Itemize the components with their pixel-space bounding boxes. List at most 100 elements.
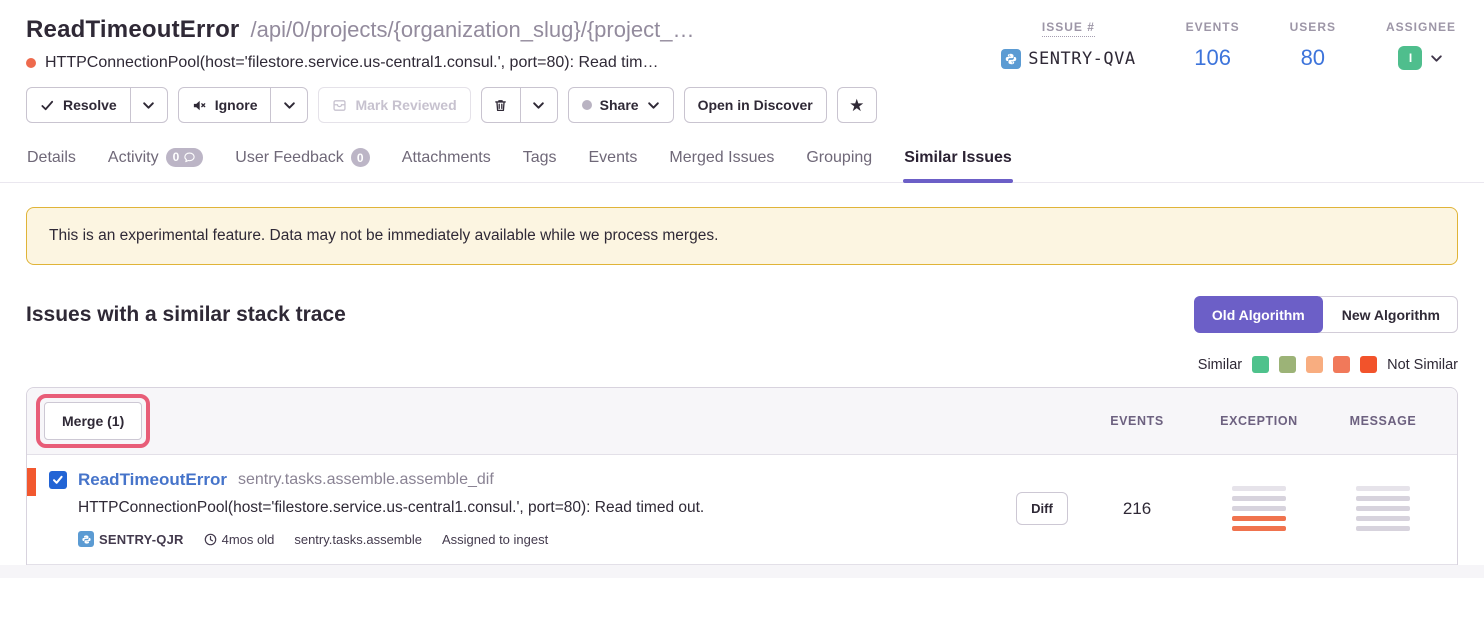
similarity-score-bar (27, 468, 36, 496)
comment-bubble-icon (183, 151, 196, 164)
tab-events[interactable]: Events (588, 140, 639, 182)
delete-button[interactable] (481, 87, 521, 123)
assignee-avatar: I (1398, 46, 1422, 70)
ignore-button[interactable]: Ignore (178, 87, 272, 123)
row-issue-culprit: sentry.tasks.assemble.assemble_dif (238, 471, 494, 489)
users-count-link[interactable]: 80 (1290, 45, 1336, 71)
page-background-strip (0, 565, 1484, 578)
similar-issues-table: Merge (1) EVENTS EXCEPTION MESSAGE ReadT… (26, 387, 1458, 565)
ignore-label: Ignore (215, 97, 258, 113)
stat-events: EVENTS 106 (1186, 18, 1240, 72)
legend-swatch-5 (1360, 356, 1377, 373)
exception-similarity-bars (1232, 486, 1286, 531)
row-short-id: SENTRY-QJR (78, 531, 184, 547)
events-count-link[interactable]: 106 (1186, 45, 1240, 71)
chevron-down-icon (142, 99, 155, 112)
trash-icon (493, 98, 508, 113)
ignore-dropdown-button[interactable] (271, 87, 308, 123)
column-header-events: EVENTS (1077, 414, 1197, 428)
diff-button[interactable]: Diff (1016, 492, 1068, 525)
old-algorithm-button[interactable]: Old Algorithm (1194, 296, 1323, 333)
issue-title: ReadTimeoutError (26, 16, 239, 44)
alert-text: This is an experimental feature. Data ma… (49, 227, 718, 244)
mute-icon (192, 98, 207, 113)
column-header-exception: EXCEPTION (1197, 414, 1321, 428)
row-location: sentry.tasks.assemble (294, 532, 422, 547)
column-header-message: MESSAGE (1321, 414, 1445, 428)
experimental-feature-alert: This is an experimental feature. Data ma… (26, 207, 1458, 265)
issue-stats: ISSUE # SENTRY-QVA EVENTS 106 USERS 80 A… (1001, 16, 1456, 72)
share-label: Share (600, 97, 639, 113)
python-icon (78, 531, 94, 547)
share-button[interactable]: Share (568, 87, 674, 123)
algorithm-toggle: Old Algorithm New Algorithm (1194, 296, 1458, 333)
chevron-down-icon (1430, 52, 1443, 65)
check-icon (40, 98, 55, 113)
stat-issue-id: ISSUE # SENTRY-QVA (1001, 18, 1135, 72)
chevron-down-icon (532, 99, 545, 112)
clock-icon (204, 533, 217, 546)
tab-grouping[interactable]: Grouping (805, 140, 873, 182)
tab-details[interactable]: Details (26, 140, 77, 182)
mark-reviewed-button[interactable]: Mark Reviewed (318, 87, 470, 123)
error-level-dot (26, 58, 36, 68)
assignee-selector[interactable]: I (1398, 46, 1443, 70)
legend-similar-label: Similar (1198, 357, 1242, 373)
issue-subtitle: HTTPConnectionPool(host='filestore.servi… (45, 54, 659, 72)
row-issue-title-link[interactable]: ReadTimeoutError (78, 470, 227, 490)
new-algorithm-button[interactable]: New Algorithm (1319, 296, 1458, 333)
user-feedback-count-badge: 0 (351, 148, 370, 167)
python-icon (1001, 49, 1021, 69)
similarity-legend: Similar Not Similar (26, 356, 1458, 373)
row-assignment: Assigned to ingest (442, 532, 548, 547)
issue-culprit: /api/0/projects/{organization_slug}/{pro… (250, 17, 694, 43)
row-age-label: 4mos old (222, 532, 275, 547)
row-age: 4mos old (204, 532, 275, 547)
mark-reviewed-label: Mark Reviewed (355, 97, 456, 113)
row-events-count: 216 (1077, 499, 1197, 519)
table-header: Merge (1) EVENTS EXCEPTION MESSAGE (27, 388, 1457, 455)
stat-users: USERS 80 (1290, 18, 1336, 72)
share-status-dot-icon (582, 100, 592, 110)
issue-number-label: ISSUE # (1042, 20, 1095, 37)
tab-activity[interactable]: Activity 0 (107, 140, 204, 182)
issue-short-id[interactable]: SENTRY-QVA (1028, 49, 1135, 69)
row-short-id-label: SENTRY-QJR (99, 532, 184, 547)
resolve-button[interactable]: Resolve (26, 87, 131, 123)
legend-not-similar-label: Not Similar (1387, 357, 1458, 373)
tab-attachments[interactable]: Attachments (401, 140, 492, 182)
stat-assignee: ASSIGNEE I (1386, 18, 1456, 72)
row-issue-message: HTTPConnectionPool(host='filestore.servi… (78, 499, 1007, 517)
tab-user-feedback[interactable]: User Feedback 0 (234, 140, 371, 182)
issue-header: ReadTimeoutError /api/0/projects/{organi… (0, 0, 1484, 72)
resolve-dropdown-button[interactable] (131, 87, 168, 123)
open-in-discover-button[interactable]: Open in Discover (684, 87, 827, 123)
bookmark-button[interactable]: ★ (837, 87, 877, 123)
action-toolbar: Resolve Ignore Mark Reviewed Share Open … (26, 87, 1458, 123)
row-checkbox[interactable] (49, 471, 67, 489)
merge-button[interactable]: Merge (1) (44, 402, 142, 440)
similar-issue-row: ReadTimeoutError sentry.tasks.assemble.a… (27, 455, 1457, 565)
message-similarity-bars (1356, 486, 1410, 531)
legend-swatch-2 (1279, 356, 1296, 373)
resolve-label: Resolve (63, 97, 117, 113)
chevron-down-icon (647, 99, 660, 112)
users-label: USERS (1290, 20, 1336, 34)
delete-dropdown-button[interactable] (521, 87, 558, 123)
legend-swatch-4 (1333, 356, 1350, 373)
legend-swatch-3 (1306, 356, 1323, 373)
chevron-down-icon (283, 99, 296, 112)
tab-similar-issues[interactable]: Similar Issues (903, 140, 1013, 182)
events-label: EVENTS (1186, 20, 1240, 34)
tab-tags[interactable]: Tags (522, 140, 558, 182)
issue-tabs: Details Activity 0 User Feedback 0 Attac… (0, 140, 1484, 183)
star-icon: ★ (849, 97, 864, 114)
activity-count-badge: 0 (166, 148, 204, 166)
annotation-highlight: Merge (1) (36, 394, 150, 448)
tab-merged-issues[interactable]: Merged Issues (668, 140, 775, 182)
archive-icon (332, 98, 347, 113)
open-in-discover-label: Open in Discover (698, 97, 813, 113)
section-heading: Issues with a similar stack trace (26, 303, 346, 327)
legend-swatch-1 (1252, 356, 1269, 373)
assignee-label: ASSIGNEE (1386, 20, 1456, 34)
